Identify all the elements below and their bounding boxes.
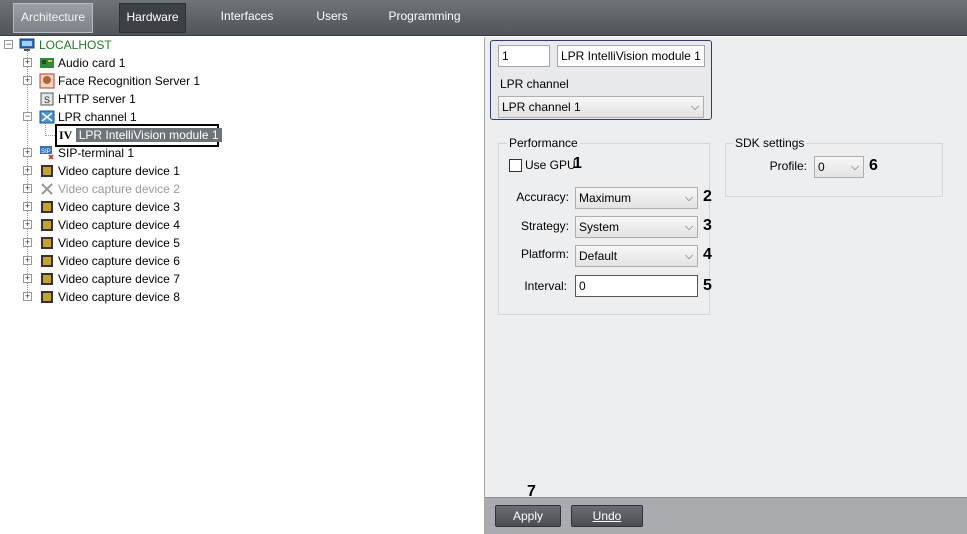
callout-1: 1 (573, 155, 582, 172)
tree-item-label: Face Recognition Server 1 (58, 74, 201, 88)
chevron-down-icon: ⌵ (850, 161, 860, 173)
accuracy-value: Maximum (579, 191, 632, 205)
video-capture-icon (41, 201, 53, 213)
chevron-down-icon: ⌵ (690, 101, 700, 113)
strategy-select[interactable]: System ⌵ (575, 216, 698, 238)
http-server-icon: S (40, 92, 54, 106)
tab-users[interactable]: Users (312, 3, 352, 33)
expand-toggle[interactable]: + (23, 256, 32, 265)
tree-item-label: Video capture device 3 (58, 200, 180, 214)
sdk-settings-title: SDK settings (733, 136, 807, 150)
tree-item-label: Video capture device 6 (58, 254, 180, 268)
performance-title: Performance (507, 136, 580, 150)
tab-hardware[interactable]: Hardware (119, 3, 186, 33)
tree-item-label: Video capture device 4 (58, 218, 180, 232)
tree-item-label: Video capture device 8 (58, 290, 180, 304)
video-capture-icon (41, 255, 53, 267)
expand-toggle[interactable]: + (23, 76, 32, 85)
tree-root-label: LOCALHOST (39, 38, 112, 52)
strategy-value: System (579, 220, 620, 234)
collapse-toggle[interactable]: − (4, 40, 13, 49)
expand-toggle[interactable]: + (23, 238, 32, 247)
video-capture-icon (41, 273, 53, 285)
lpr-channel-select[interactable]: LPR channel 1 ⌵ (498, 96, 704, 118)
tree-item-label: Video capture device 7 (58, 272, 180, 286)
face-recognition-icon (39, 73, 55, 89)
expand-toggle[interactable]: + (23, 292, 32, 301)
expand-toggle[interactable]: + (23, 202, 32, 211)
module-name-field[interactable]: LPR IntelliVision module 1 (557, 45, 705, 67)
video-capture-icon (41, 165, 53, 177)
expand-toggle[interactable]: + (23, 58, 32, 67)
tree-item-label: HTTP server 1 (58, 92, 136, 106)
interval-label: Interval: (524, 279, 567, 293)
expand-toggle[interactable]: + (23, 148, 32, 157)
accuracy-select[interactable]: Maximum ⌵ (575, 187, 698, 209)
apply-button[interactable]: Apply (495, 505, 561, 527)
tree-item-label: Video capture device 5 (58, 236, 180, 250)
expand-toggle[interactable]: + (23, 274, 32, 283)
undo-button[interactable]: Undo (571, 505, 643, 527)
tree-item-label: SIP-terminal 1 (58, 146, 135, 160)
intellivision-icon: IV (59, 128, 73, 142)
video-capture-icon (41, 237, 53, 249)
audio-card-icon (40, 58, 54, 68)
collapse-toggle[interactable]: − (23, 112, 32, 121)
video-capture-icon (41, 291, 53, 303)
profile-value: 0 (818, 160, 825, 174)
use-gpu-label: Use GPU (525, 158, 576, 172)
callout-5: 5 (703, 277, 712, 294)
tab-interfaces[interactable]: Interfaces (217, 3, 277, 33)
lpr-channel-value: LPR channel 1 (502, 100, 581, 114)
chevron-down-icon: ⌵ (684, 250, 694, 262)
tab-programming[interactable]: Programming (387, 3, 462, 33)
callout-4: 4 (703, 246, 712, 263)
callout-6: 6 (869, 157, 878, 174)
computer-icon (19, 38, 35, 51)
profile-label: Profile: (769, 159, 807, 173)
lpr-channel-icon (39, 110, 55, 124)
expand-toggle[interactable]: + (23, 220, 32, 229)
tree-item-label: Video capture device 2 (58, 182, 180, 196)
expand-toggle[interactable]: + (23, 166, 32, 175)
platform-label: Platform: (520, 247, 569, 261)
svg-text:SIP: SIP (41, 149, 51, 155)
tab-architecture[interactable]: Architecture (13, 3, 93, 33)
profile-select[interactable]: 0 ⌵ (814, 156, 864, 178)
platform-value: Default (579, 249, 618, 263)
hardware-tree: − LOCALHOST + Audio card 1 + Face Recogn… (0, 37, 484, 534)
callout-3: 3 (703, 217, 712, 234)
settings-panel: 1 LPR IntelliVision module 1 LPR channel… (484, 37, 967, 534)
interval-input[interactable]: 0 (575, 275, 698, 297)
tree-item-label: LPR IntelliVision module 1 (75, 128, 222, 142)
accuracy-label: Accuracy: (516, 190, 569, 204)
chevron-down-icon: ⌵ (684, 192, 694, 204)
module-id-field[interactable]: 1 (498, 45, 550, 67)
platform-select[interactable]: Default ⌵ (575, 245, 698, 267)
action-bar: Apply Undo (485, 497, 967, 534)
callout-2: 2 (703, 188, 712, 205)
svg-text:S: S (44, 95, 50, 105)
tree-item-label: Video capture device 1 (58, 164, 180, 178)
strategy-label: Strategy: (520, 219, 569, 233)
chevron-down-icon: ⌵ (684, 221, 694, 233)
video-capture-icon (41, 219, 53, 231)
module-header: 1 LPR IntelliVision module 1 LPR channel… (490, 40, 712, 120)
main-tab-bar: Architecture Hardware Interfaces Users P… (0, 0, 967, 36)
tree-item-label: Audio card 1 (58, 56, 126, 70)
use-gpu-checkbox[interactable] (509, 159, 522, 172)
disabled-device-icon (41, 183, 53, 195)
sip-terminal-icon: SIP (40, 146, 54, 160)
expand-toggle[interactable]: + (23, 184, 32, 193)
lpr-channel-label: LPR channel (500, 77, 569, 91)
